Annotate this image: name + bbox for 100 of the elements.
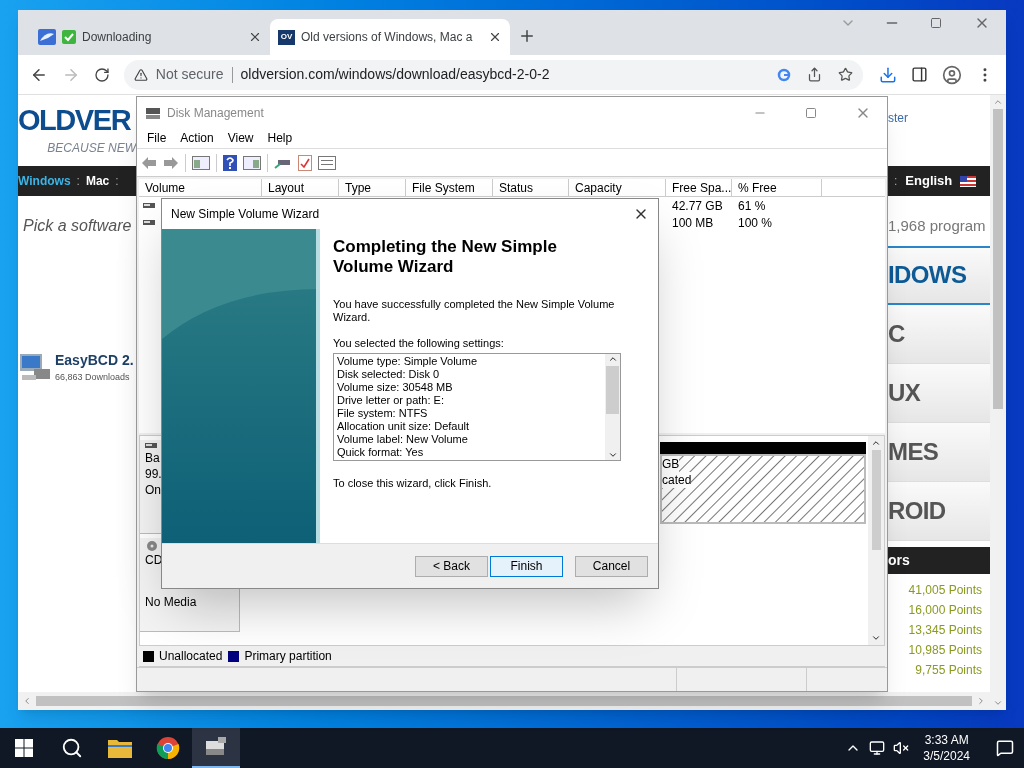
tab-title: Old versions of Windows, Mac a	[301, 29, 474, 46]
nav-link[interactable]: Mac	[85, 172, 110, 190]
menu-item[interactable]: Help	[260, 129, 300, 147]
warning-icon	[133, 67, 148, 82]
new-tab-icon[interactable]	[518, 27, 536, 45]
dialog-button[interactable]: Cancel	[575, 555, 648, 577]
disk-icon	[145, 105, 161, 120]
drive-icon	[143, 201, 155, 210]
points-text: 13,345 Points	[908, 621, 982, 639]
close-icon[interactable]	[488, 30, 502, 44]
wizard-heading: Completing the New Simple Volume Wizard	[333, 237, 558, 277]
intro-text: Pick a software	[23, 216, 133, 236]
column-header[interactable]: Capacity	[569, 179, 666, 196]
chrome-icon[interactable]	[156, 736, 180, 760]
settings-line: Drive letter or path: E:	[337, 393, 445, 407]
nav-separator: :	[115, 173, 119, 190]
security-label: Not secure	[155, 65, 224, 84]
pane-icon[interactable]	[243, 155, 261, 170]
program-count: 1,968 program	[888, 216, 987, 236]
forward-icon[interactable]	[163, 155, 179, 170]
column-header[interactable]: Type	[339, 179, 406, 196]
folder-icon[interactable]	[108, 738, 132, 758]
properties-icon[interactable]	[318, 155, 336, 170]
url-text: oldversion.com/windows/download/easybcd-2-0-2	[240, 65, 551, 84]
window-title: Disk Management	[167, 104, 264, 122]
nav-link[interactable]: Windows	[18, 172, 71, 190]
column-header[interactable]: Status	[493, 179, 569, 196]
table-cell-text: 42.77 GB	[671, 197, 724, 215]
maximize-icon[interactable]	[930, 17, 942, 29]
settings-line: File system: NTFS	[337, 406, 429, 420]
menu-item[interactable]: View	[220, 129, 261, 147]
points-text: 10,985 Points	[908, 641, 982, 659]
close-icon[interactable]	[248, 30, 262, 44]
category-button[interactable]: MES	[888, 422, 990, 482]
points-text: 9,755 Points	[915, 661, 982, 679]
notification-icon[interactable]	[996, 739, 1014, 757]
legend-label: Unallocated	[159, 648, 223, 665]
column-header[interactable]: File System	[406, 179, 493, 196]
download-icon[interactable]	[879, 65, 898, 84]
search-icon[interactable]	[61, 737, 83, 759]
category-button[interactable]: C	[888, 304, 990, 364]
dialog-button[interactable]: < Back	[415, 555, 488, 577]
points-text: 41,005 Points	[908, 581, 982, 599]
settings-label: You selected the following settings:	[333, 336, 505, 351]
reload-icon[interactable]	[93, 66, 110, 83]
drive-icon	[145, 442, 157, 450]
drive-icon	[143, 218, 155, 227]
category-button[interactable]: UX	[888, 363, 990, 423]
table-cell-text: 100 MB	[671, 214, 715, 232]
column-header[interactable]: Volume	[139, 179, 262, 196]
nav-separator: :	[894, 173, 898, 190]
bookmark-icon[interactable]	[838, 67, 854, 82]
disk-icon[interactable]	[204, 737, 228, 757]
category-button[interactable]: ROID	[888, 481, 990, 541]
side-panel-icon[interactable]	[911, 66, 929, 83]
menu-item[interactable]: File	[140, 129, 174, 147]
profile-icon[interactable]	[942, 64, 963, 85]
network-icon[interactable]	[869, 740, 886, 756]
address-bar[interactable]: Not secure oldversion.com/windows/download/easybcd-2-0-2	[123, 59, 864, 90]
table-cell-text: 61 %	[737, 197, 767, 215]
settings-line: Allocation unit size: Default	[337, 419, 471, 433]
dialog-title: New Simple Volume Wizard	[171, 206, 321, 223]
section-header: ors	[888, 546, 990, 574]
disk-label-text: No Media	[145, 594, 198, 610]
muted-speaker-icon[interactable]	[893, 740, 910, 756]
vertical-scrollbar[interactable]	[605, 353, 620, 460]
disk-label-text: 99.	[145, 466, 163, 482]
disk-label-text: On	[145, 482, 162, 498]
menu-item[interactable]: Action	[173, 129, 221, 147]
tab-title: Downloading	[82, 29, 153, 46]
maximize-icon[interactable]	[805, 106, 817, 119]
google-icon[interactable]	[777, 67, 792, 82]
check-icon	[62, 30, 76, 44]
download-count: 66,863 Downloads	[55, 371, 131, 384]
column-header[interactable]: % Free	[732, 179, 822, 196]
pane-icon[interactable]	[192, 155, 210, 170]
column-header[interactable]: Layout	[262, 179, 339, 196]
help-icon[interactable]	[223, 154, 237, 171]
language-link[interactable]: English	[905, 171, 953, 191]
nav-separator: :	[76, 173, 80, 190]
scroll-down-icon[interactable]	[871, 633, 881, 643]
settings-line: Volume type: Simple Volume	[337, 354, 479, 368]
column-header[interactable]: Free Spa...	[666, 179, 732, 196]
browser-tab[interactable]: Downloading	[30, 19, 270, 55]
windows-icon[interactable]	[15, 739, 33, 757]
clock[interactable]: 3:33 AM 3/5/2024	[917, 732, 976, 764]
unallocated-partition[interactable]: GB cated	[660, 454, 866, 524]
bird-icon	[38, 29, 56, 45]
favicon: OV	[278, 29, 295, 45]
register-link[interactable]: ster	[888, 111, 908, 125]
settings-line: Disk selected: Disk 0	[337, 367, 441, 381]
site-logo[interactable]: OLDVER	[18, 104, 136, 136]
scroll-up-icon[interactable]	[871, 438, 881, 448]
software-name[interactable]: EasyBCD 2.	[55, 350, 134, 371]
browser-tab[interactable]: OV Old versions of Windows, Mac a	[270, 19, 510, 55]
dialog-button[interactable]: Finish	[490, 555, 563, 577]
checklist-icon[interactable]	[298, 154, 312, 171]
share-icon[interactable]	[807, 67, 823, 82]
vertical-scrollbar[interactable]	[868, 436, 884, 645]
category-button[interactable]: IDOWS	[888, 245, 990, 305]
